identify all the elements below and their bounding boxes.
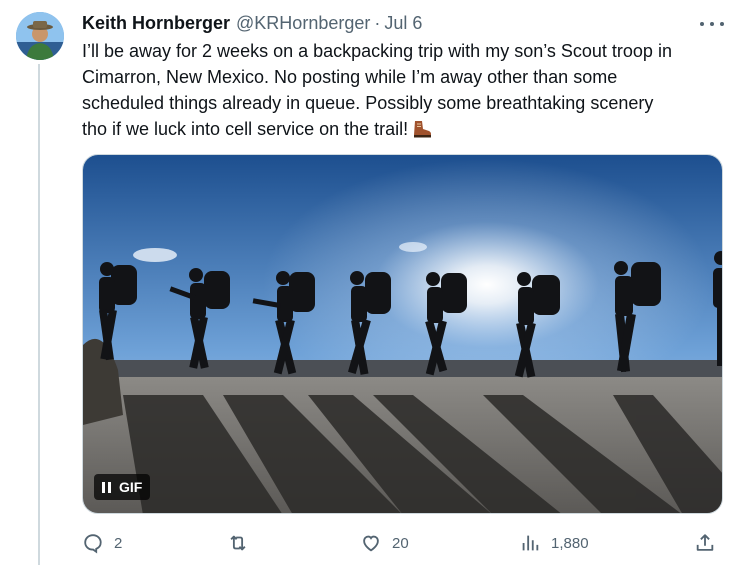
gif-media[interactable] bbox=[82, 154, 723, 514]
author-handle[interactable]: @KRHornberger bbox=[236, 13, 370, 34]
tweet-text-line: Cimarron, New Mexico. No posting while I… bbox=[82, 67, 618, 87]
hiking-boot-icon bbox=[412, 119, 432, 145]
views-button[interactable]: 1,880 bbox=[519, 530, 589, 556]
share-icon bbox=[696, 534, 714, 551]
gif-badge[interactable]: GIF bbox=[94, 474, 151, 500]
separator-dot: · bbox=[374, 12, 381, 33]
reply-button[interactable]: 2 bbox=[82, 530, 122, 556]
tweet-text-line: I’ll be away for 2 weeks on a backpackin… bbox=[82, 41, 672, 61]
gif-label: GIF bbox=[119, 479, 143, 495]
tweet-text: I’ll be away for 2 weeks on a backpackin… bbox=[82, 38, 712, 145]
avatar[interactable] bbox=[16, 12, 64, 60]
like-count: 20 bbox=[392, 534, 409, 552]
author-name[interactable]: Keith Hornberger bbox=[82, 13, 230, 34]
tweet-header: Keith Hornberger @KRHornberger · Jul 6 bbox=[82, 12, 422, 34]
like-button[interactable]: 20 bbox=[360, 530, 409, 556]
pause-icon[interactable] bbox=[102, 481, 111, 493]
tweet-date[interactable]: Jul 6 bbox=[384, 13, 422, 34]
tweet-text-line: scheduled things already in queue. Possi… bbox=[82, 93, 654, 113]
retweet-button[interactable] bbox=[227, 530, 259, 556]
tweet-text-line-last: tho if we luck into cell service on the … bbox=[82, 116, 712, 145]
reply-icon bbox=[84, 534, 102, 554]
thread-line bbox=[38, 64, 40, 565]
avatar-image bbox=[16, 12, 64, 60]
heart-icon bbox=[363, 535, 379, 552]
reply-count: 2 bbox=[114, 534, 123, 552]
views-icon bbox=[522, 535, 539, 551]
more-icon[interactable] bbox=[700, 14, 724, 34]
hikers-sunset-image bbox=[83, 155, 722, 513]
retweet-icon bbox=[230, 535, 246, 551]
share-button[interactable] bbox=[694, 530, 716, 556]
tweet-actions: 2 20 1,880 bbox=[82, 530, 723, 556]
views-count: 1,880 bbox=[551, 534, 589, 552]
